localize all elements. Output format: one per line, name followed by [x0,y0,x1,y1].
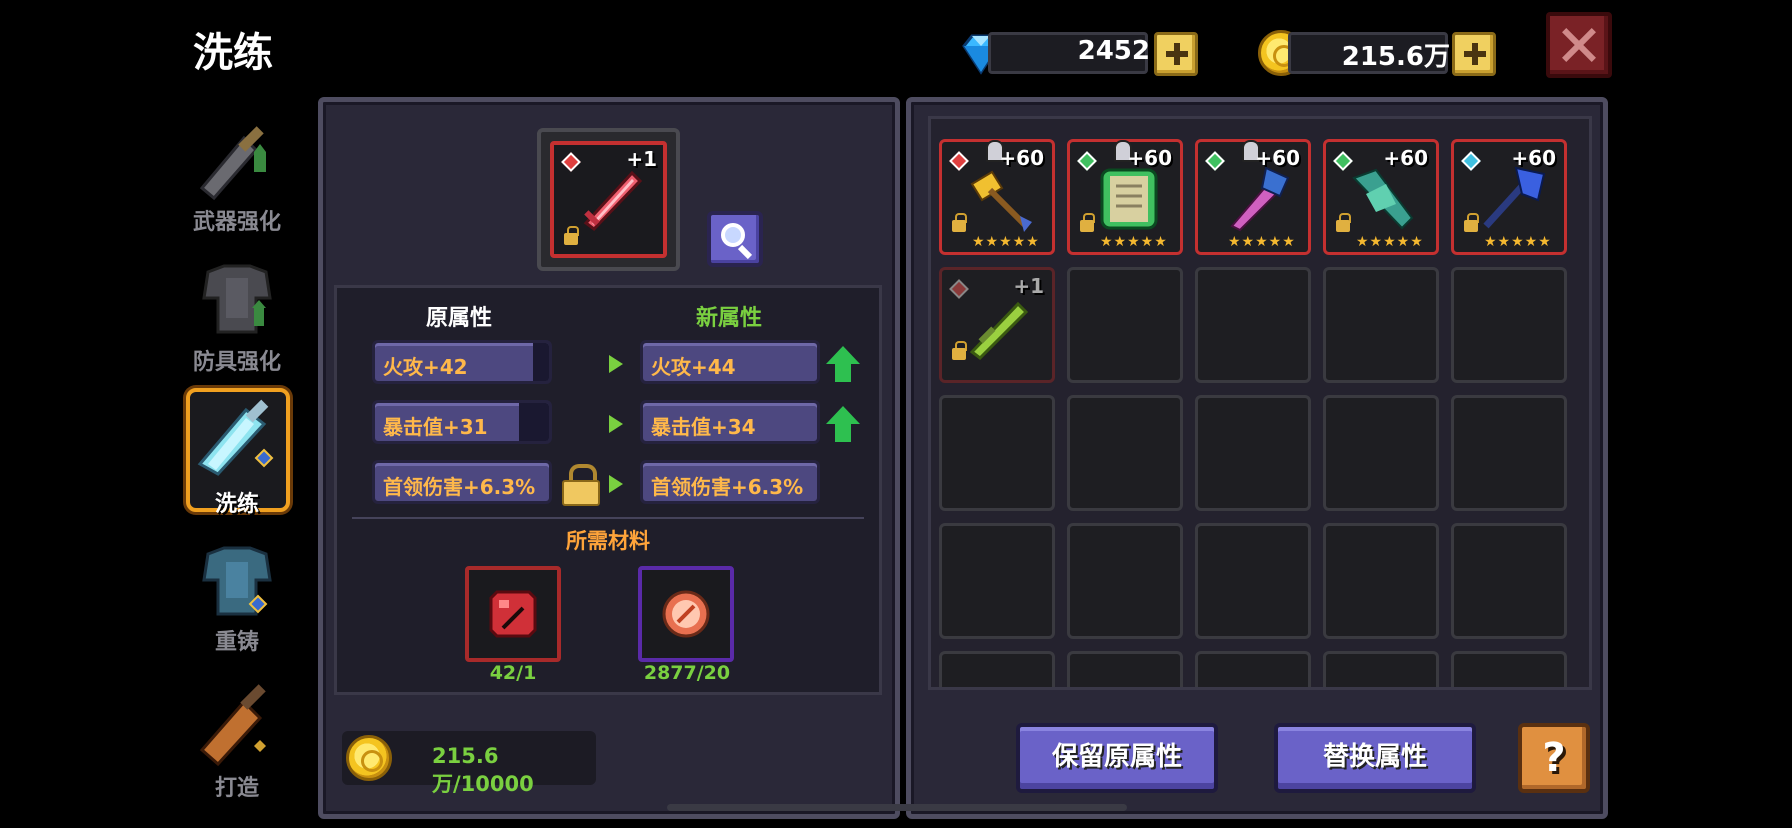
inventory-grid[interactable]: +60 ★★★★★ +60 ★★★★★ +60 ★★★★★ +60 ★★★★★ … [928,116,1592,690]
inventory-empty-slot[interactable] [1323,395,1439,511]
new-stat-1: 火攻+44 [640,340,820,384]
materials-header: 所需材料 [566,529,650,553]
star-rating: ★★★★★ [972,234,1040,250]
inventory-empty-slot[interactable] [1451,395,1567,511]
copper-orb-icon [662,590,710,638]
nav-weapon-upgrade[interactable]: 武器强化 [182,118,292,238]
inventory-empty-slot[interactable] [939,523,1055,639]
lock-icon [1336,213,1351,234]
material-slot-1[interactable] [465,566,561,662]
material-count-2: 2877/20 [643,662,731,684]
nav-recast[interactable]: 重铸 [182,540,292,660]
blue-axe-icon [1483,166,1546,229]
gold-coin-icon [346,735,392,781]
nav-label: 洗练 [214,492,259,517]
arrow-icon [609,475,623,493]
inventory-item[interactable]: +60 ★★★★★ [1451,139,1567,255]
inventory-empty-slot[interactable] [1451,523,1567,639]
forge-icon [199,684,266,766]
lock-icon [952,213,967,234]
nav-armor-upgrade[interactable]: 防具强化 [182,258,292,378]
lock-stat-toggle[interactable] [562,464,600,506]
inventory-item[interactable]: +60 ★★★★★ [939,139,1055,255]
up-arrow-icon [826,406,860,444]
inventory-empty-slot[interactable] [1323,267,1439,383]
inventory-item[interactable]: +60 ★★★★★ [1323,139,1439,255]
reforge-sword-icon [197,399,274,476]
material-count-1: 42/1 [489,662,537,684]
arrow-icon [609,355,623,373]
inspect-button[interactable] [707,211,763,267]
nav-label: 武器强化 [192,210,281,235]
nav-label: 打造 [214,776,259,801]
inventory-empty-slot[interactable] [1323,523,1439,639]
gem-amount: 2452 [1077,36,1150,66]
material-slot-2[interactable] [638,566,734,662]
inventory-item[interactable]: +1 [939,267,1055,383]
star-rating: ★★★★★ [1228,234,1296,250]
old-stat-3: 首领伤害+6.3% [372,460,552,504]
scroll-icon [1100,168,1158,230]
help-button[interactable]: ? [1518,723,1590,793]
nav-reforge[interactable]: 洗练 [182,388,292,517]
keep-original-button[interactable]: 保留原属性 [1016,723,1218,793]
replace-stats-button[interactable]: 替换属性 [1274,723,1476,793]
inventory-empty-slot[interactable] [1451,267,1567,383]
new-stats-header: 新属性 [696,306,763,331]
inventory-empty-slot[interactable] [1195,523,1311,639]
nav-label: 防具强化 [192,350,281,375]
inventory-empty-slot[interactable] [1195,651,1311,687]
golden-staff-icon [970,170,1032,232]
add-gold-button[interactable] [1452,32,1496,76]
inventory-empty-slot[interactable] [939,395,1055,511]
gold-counter: 215.6万 [1258,30,1498,76]
inventory-empty-slot[interactable] [1067,395,1183,511]
up-arrow-icon [826,346,860,384]
arrow-icon [609,415,623,433]
star-rating: ★★★★★ [1100,234,1168,250]
old-stats-header: 原属性 [426,306,493,331]
divider [352,517,864,519]
red-sword-icon [583,170,643,231]
inventory-empty-slot[interactable] [1195,395,1311,511]
nav-forge[interactable]: 打造 [182,680,292,801]
inventory-empty-slot[interactable] [1067,523,1183,639]
lock-icon [1080,213,1095,234]
lock-icon [952,341,967,362]
page-title: 洗练 [193,30,273,76]
add-gems-button[interactable] [1154,32,1198,76]
inventory-item[interactable]: +60 ★★★★★ [1195,139,1311,255]
lock-icon [1464,213,1479,234]
close-button[interactable] [1546,12,1612,78]
new-stat-2: 暴击值+34 [640,400,820,444]
star-rating: ★★★★★ [1356,234,1424,250]
old-stat-1: 火攻+42 [372,340,552,384]
jade-blade-icon [1352,168,1414,230]
magnifier-icon [721,223,745,247]
gem-counter: 2452 [958,30,1198,76]
green-sword-icon [969,301,1029,360]
recast-armor-icon [202,546,272,616]
armor-upgrade-icon [202,264,272,334]
lock-icon [564,226,579,247]
cost-display: 215.6万/10000 [342,731,596,796]
red-stone-icon [489,590,537,638]
nav-label: 重铸 [214,630,259,655]
new-stat-3: 首领伤害+6.3% [640,460,820,504]
crystal-wand-icon [1230,166,1290,232]
scrollbar[interactable] [667,804,1127,811]
star-rating: ★★★★★ [1484,234,1552,250]
inventory-empty-slot[interactable] [1323,651,1439,687]
inventory-empty-slot[interactable] [1067,651,1183,687]
old-stat-2: 暴击值+31 [372,400,552,444]
gold-cost: 215.6万/10000 [432,744,534,796]
inventory-empty-slot[interactable] [939,651,1055,687]
gold-amount: 215.6万 [1341,42,1450,72]
selected-item-slot[interactable]: +1 [537,128,680,271]
weapon-upgrade-icon [199,126,266,201]
inventory-item[interactable]: +60 ★★★★★ [1067,139,1183,255]
inventory-empty-slot[interactable] [1067,267,1183,383]
inventory-empty-slot[interactable] [1195,267,1311,383]
inventory-empty-slot[interactable] [1451,651,1567,687]
